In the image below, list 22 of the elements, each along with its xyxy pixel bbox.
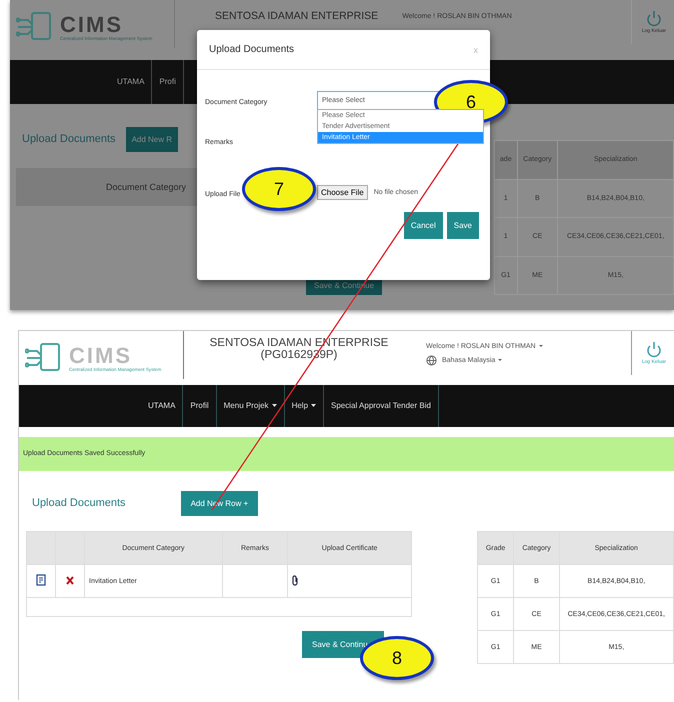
- power-icon[interactable]: [646, 341, 662, 359]
- logo-text: CIMS: [60, 14, 124, 36]
- company-name: SENTOSA IDAMAN ENTERPRISE: [215, 10, 378, 22]
- logo-text: CIMS: [69, 344, 133, 366]
- dialog-button[interactable]: Save: [446, 212, 479, 239]
- dialog-button[interactable]: Cancel: [404, 212, 443, 239]
- delete-icon[interactable]: [66, 576, 74, 584]
- nav-item[interactable]: Help: [284, 385, 324, 427]
- choose-file-button[interactable]: Choose File: [317, 184, 368, 200]
- nav-item[interactable]: Menu Projek: [216, 385, 285, 427]
- nav-item[interactable]: UTAMA: [141, 385, 184, 427]
- column-header: Document Category: [106, 182, 186, 192]
- edit-document-icon[interactable]: [36, 574, 46, 586]
- globe-icon: [426, 355, 437, 366]
- nav-item[interactable]: UTAMA: [110, 60, 152, 104]
- nav-item[interactable]: Special Approval Tender Bid: [324, 385, 439, 427]
- nav-item[interactable]: Profil: [183, 385, 217, 427]
- section-title: Upload Documents: [22, 133, 116, 145]
- dialog-title: Upload Documents: [209, 44, 294, 55]
- paperclip-icon[interactable]: [292, 574, 300, 586]
- section-title: Upload Documents: [32, 497, 126, 509]
- nav-item[interactable]: Profi: [152, 60, 184, 104]
